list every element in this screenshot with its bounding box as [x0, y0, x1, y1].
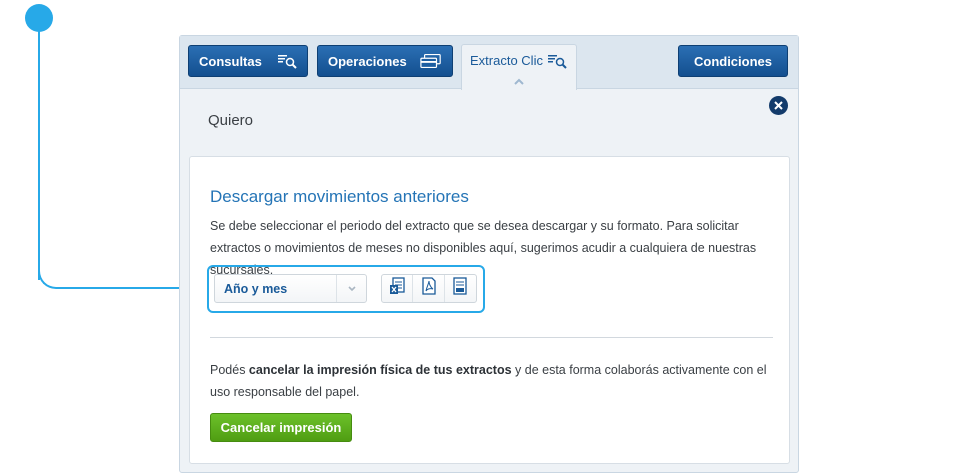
card-title: Descargar movimientos anteriores: [210, 187, 469, 206]
callout-line: [38, 30, 40, 280]
period-select-value: Año y mes: [224, 281, 288, 296]
callout-line-corner: [38, 263, 62, 289]
cancel-print-button-label: Cancelar impresión: [220, 420, 342, 435]
tab-operaciones-label: Operaciones: [328, 53, 407, 69]
period-select[interactable]: Año y mes: [214, 274, 367, 303]
transfer-cards-icon: [420, 52, 442, 70]
info-prefix: Podés: [210, 363, 249, 377]
pdf-file-icon: [421, 277, 437, 300]
condiciones-button[interactable]: Condiciones: [678, 45, 788, 77]
excel-file-icon: [389, 277, 405, 300]
info-bold: cancelar la impresión física de tus extr…: [248, 363, 512, 377]
download-card: Descargar movimientos anteriores Se debe…: [189, 156, 790, 464]
main-panel: Consultas Operaciones Extracto Clic Cond…: [179, 35, 799, 473]
cancel-print-info: Podés cancelar la impresión física de tu…: [210, 359, 785, 403]
tab-consultas[interactable]: Consultas: [188, 45, 308, 77]
tab-consultas-label: Consultas: [199, 53, 262, 69]
cancel-print-button[interactable]: Cancelar impresión: [210, 413, 352, 442]
document-search-icon: [275, 52, 297, 70]
download-excel-button[interactable]: [382, 275, 414, 302]
divider: [210, 337, 773, 338]
chevron-down-icon: [336, 275, 366, 302]
callout-dot: [25, 4, 53, 32]
tab-extracto-clic-label: Extracto Clic: [470, 53, 543, 68]
download-pdf-button[interactable]: [413, 275, 445, 302]
text-file-icon: [452, 277, 468, 300]
condiciones-label: Condiciones: [693, 53, 772, 69]
download-format-group: [381, 274, 477, 303]
close-button[interactable]: [769, 96, 788, 115]
close-icon: [774, 97, 783, 115]
tab-operaciones[interactable]: Operaciones: [317, 45, 453, 77]
panel-heading: Quiero: [208, 112, 254, 129]
tab-extracto-clic[interactable]: Extracto Clic: [461, 44, 577, 90]
document-search-icon: [547, 53, 567, 72]
download-txt-button[interactable]: [445, 275, 476, 302]
chevron-up-icon: [512, 75, 526, 85]
